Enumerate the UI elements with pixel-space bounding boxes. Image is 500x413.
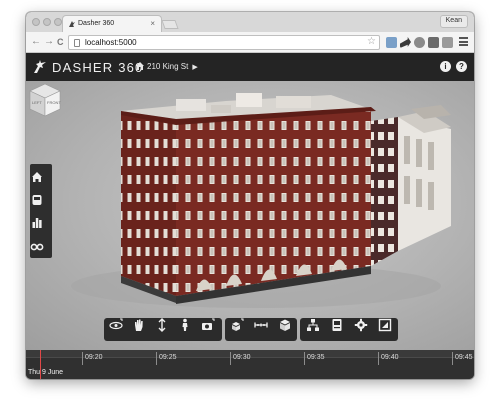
new-tab-button[interactable] (161, 20, 179, 29)
viewcube-left-label[interactable]: LEFT (32, 100, 42, 105)
glasses-icon[interactable] (30, 239, 44, 253)
home-breadcrumb-icon (136, 62, 144, 70)
timeline-tick-label: 09:30 (233, 354, 251, 361)
extension-4-icon[interactable] (442, 37, 453, 48)
info-button[interactable]: i (440, 61, 451, 72)
dasher-favicon-icon (69, 21, 75, 27)
app-header: DASHER 360 210 King St ▶ i ? (26, 53, 474, 81)
extension-3-icon[interactable] (428, 37, 439, 48)
timeline-date: Thu 9 June (28, 369, 64, 376)
timeline-tick (304, 352, 305, 365)
navigation-tools-group (104, 318, 222, 341)
orbit-icon[interactable] (109, 318, 123, 332)
timeline-tick-label: 09:40 (381, 354, 399, 361)
app-brand: DASHER 360 (52, 60, 144, 75)
tab-strip: Dasher 360 × Kean (26, 12, 474, 32)
sensor-icon[interactable] (30, 193, 44, 207)
profile-button[interactable]: Kean (439, 15, 468, 28)
building-model[interactable] (26, 81, 474, 350)
section-cube-icon[interactable] (278, 318, 292, 332)
timeline-tick (230, 352, 231, 365)
timeline-tick-label: 09:25 (159, 354, 177, 361)
reload-button[interactable]: C (57, 36, 64, 48)
settings-tools-group (300, 318, 398, 341)
breadcrumb-caret-icon: ▶ (192, 64, 198, 71)
explode-icon[interactable] (230, 318, 244, 332)
browser-tab[interactable]: Dasher 360 × (62, 15, 162, 32)
timeline[interactable]: 09:20 09:25 09:30 09:35 09:40 09:45 Thu 9 Jun… (26, 350, 474, 379)
breadcrumb-location: 210 King St (147, 62, 189, 71)
forward-button[interactable]: → (44, 36, 54, 48)
timeline-tick-label: 09:20 (85, 354, 103, 361)
url-text: localhost:5000 (85, 38, 137, 47)
breadcrumb[interactable]: 210 King St ▶ (136, 62, 198, 71)
first-person-icon[interactable] (178, 318, 192, 332)
window-minimize-dot[interactable] (43, 18, 51, 26)
fullscreen-icon[interactable] (378, 318, 392, 332)
viewcube-widget[interactable]: LEFT FRONT (26, 81, 64, 119)
home-icon[interactable] (30, 170, 44, 184)
address-bar[interactable]: localhost:5000 ☆ (68, 35, 380, 50)
timeline-tick (156, 352, 157, 365)
camera-icon[interactable] (201, 318, 215, 332)
viewcube-front-label[interactable]: FRONT (47, 100, 61, 105)
pan-hand-icon[interactable] (132, 318, 146, 332)
timeline-tick (452, 352, 453, 365)
page-icon (74, 39, 80, 47)
model-tools-group (225, 318, 297, 341)
bookmark-star-icon[interactable]: ☆ (367, 36, 376, 47)
window-close-dot[interactable] (32, 18, 40, 26)
window-zoom-dot[interactable] (54, 18, 62, 26)
extension-2-icon[interactable] (414, 37, 425, 48)
zoom-arrows-icon[interactable] (155, 318, 169, 332)
browser-menu-icon[interactable] (459, 37, 468, 46)
model-browser-icon[interactable] (306, 318, 320, 332)
tab-close-icon[interactable]: × (150, 19, 155, 28)
dasher-logo-icon (34, 60, 46, 73)
extension-1-icon[interactable] (386, 37, 397, 48)
help-button[interactable]: ? (456, 61, 467, 72)
timeline-tick-label: 09:35 (307, 354, 325, 361)
properties-icon[interactable] (330, 318, 344, 332)
browser-toolbar: ← → C localhost:5000 ☆ (26, 32, 474, 53)
back-button[interactable]: ← (31, 36, 41, 48)
timeline-tick-label: 09:45 (455, 354, 473, 361)
bar-chart-icon[interactable] (30, 216, 44, 230)
timeline-tick (378, 352, 379, 365)
settings-gear-icon[interactable] (354, 318, 368, 332)
share-arrow-icon[interactable] (400, 37, 411, 48)
browser-window: Dasher 360 × Kean ← → C localhost:5000 ☆… (26, 12, 474, 379)
measure-icon[interactable] (254, 318, 268, 332)
model-viewport[interactable]: LEFT FRONT (26, 81, 474, 350)
timeline-tick (82, 352, 83, 365)
tab-title: Dasher 360 (78, 20, 115, 27)
left-toolbar (30, 164, 52, 258)
